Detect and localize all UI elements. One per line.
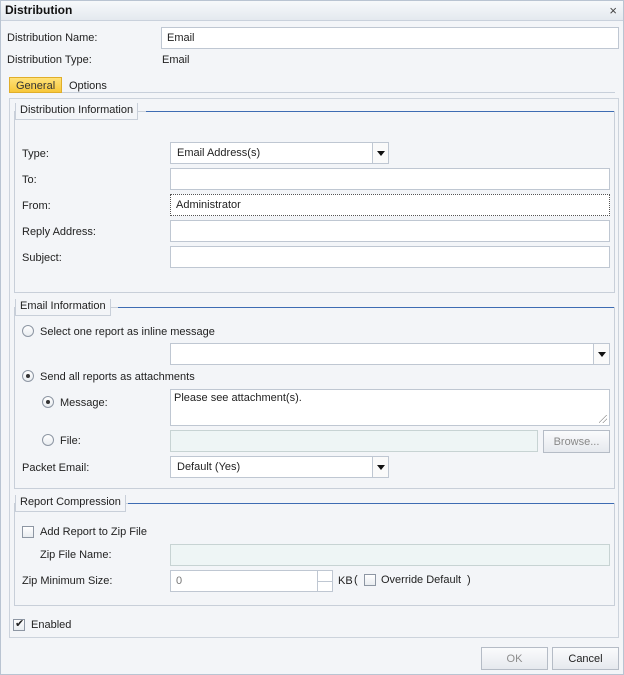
inline-message-label: Select one report as inline message [40, 326, 215, 338]
packet-email-label: Packet Email: [22, 462, 90, 474]
inline-report-select[interactable] [170, 343, 610, 365]
fieldset-accent-line [118, 307, 614, 308]
report-compression-legend: Report Compression [15, 495, 126, 512]
enabled-checkbox[interactable]: ✔ [13, 618, 25, 631]
chevron-down-icon[interactable] [593, 344, 609, 364]
fieldset-accent-line [146, 111, 614, 112]
packet-email-select[interactable]: Default (Yes) [170, 456, 389, 478]
file-radio[interactable] [42, 434, 54, 446]
cancel-button[interactable]: Cancel [552, 647, 619, 670]
chevron-down-icon[interactable] [372, 143, 388, 163]
message-label: Message: [60, 397, 108, 409]
from-label: From: [22, 200, 51, 212]
zip-file-name-label: Zip File Name: [40, 549, 112, 561]
distribution-name-label: Distribution Name: [7, 32, 98, 44]
chevron-down-icon[interactable] [372, 457, 388, 477]
inline-message-radio[interactable] [22, 325, 34, 337]
override-default-label: Override Default [381, 574, 462, 586]
reply-address-label: Reply Address: [22, 226, 96, 238]
distribution-type-label: Distribution Type: [7, 54, 92, 66]
zip-minimum-size-label: Zip Minimum Size: [22, 575, 113, 587]
zip-file-checkbox[interactable] [22, 526, 34, 538]
packet-email-value: Default (Yes) [177, 461, 241, 473]
subject-input[interactable] [170, 246, 610, 268]
to-input[interactable] [170, 168, 610, 190]
title-bar[interactable]: Distribution × [1, 1, 623, 21]
distribution-type-value: Email [162, 54, 190, 66]
fieldset-accent-line [128, 503, 614, 504]
from-input[interactable] [170, 194, 610, 216]
tab-options[interactable]: Options [63, 78, 113, 94]
browse-button[interactable]: Browse... [543, 430, 610, 453]
distribution-name-input[interactable] [161, 27, 619, 49]
paren-close: ) [467, 574, 471, 586]
general-panel: Distribution Information Type: Email Add… [9, 98, 619, 638]
resize-grip-icon[interactable] [599, 415, 607, 423]
file-input[interactable] [170, 430, 538, 452]
zip-minimum-size-input[interactable] [170, 570, 318, 592]
email-information-legend: Email Information [15, 299, 111, 316]
ok-button[interactable]: OK [481, 647, 548, 670]
attachments-label: Send all reports as attachments [40, 371, 195, 383]
type-select[interactable]: Email Address(s) [170, 142, 389, 164]
check-icon: ✔ [15, 618, 25, 630]
close-icon[interactable]: × [609, 3, 617, 18]
message-radio[interactable] [42, 396, 54, 408]
zip-file-label: Add Report to Zip File [40, 526, 147, 538]
type-label: Type: [22, 148, 49, 160]
message-textarea[interactable]: Please see attachment(s). [170, 389, 610, 426]
size-stepper[interactable] [317, 570, 333, 592]
subject-label: Subject: [22, 252, 62, 264]
zip-file-name-input[interactable] [170, 544, 610, 566]
enabled-label: Enabled [31, 619, 72, 631]
kb-unit-label: KB [338, 575, 353, 587]
distribution-information-legend: Distribution Information [15, 103, 139, 120]
file-label: File: [60, 435, 81, 447]
reply-address-input[interactable] [170, 220, 610, 242]
dialog-title: Distribution [5, 3, 73, 17]
to-label: To: [22, 174, 37, 186]
type-select-value: Email Address(s) [177, 147, 261, 159]
paren-open: ( [354, 574, 358, 586]
override-default-checkbox[interactable] [364, 574, 376, 586]
attachments-radio[interactable] [22, 370, 34, 382]
tab-general[interactable]: General [9, 77, 63, 93]
distribution-dialog: Distribution × Distribution Name: Distri… [0, 0, 624, 675]
